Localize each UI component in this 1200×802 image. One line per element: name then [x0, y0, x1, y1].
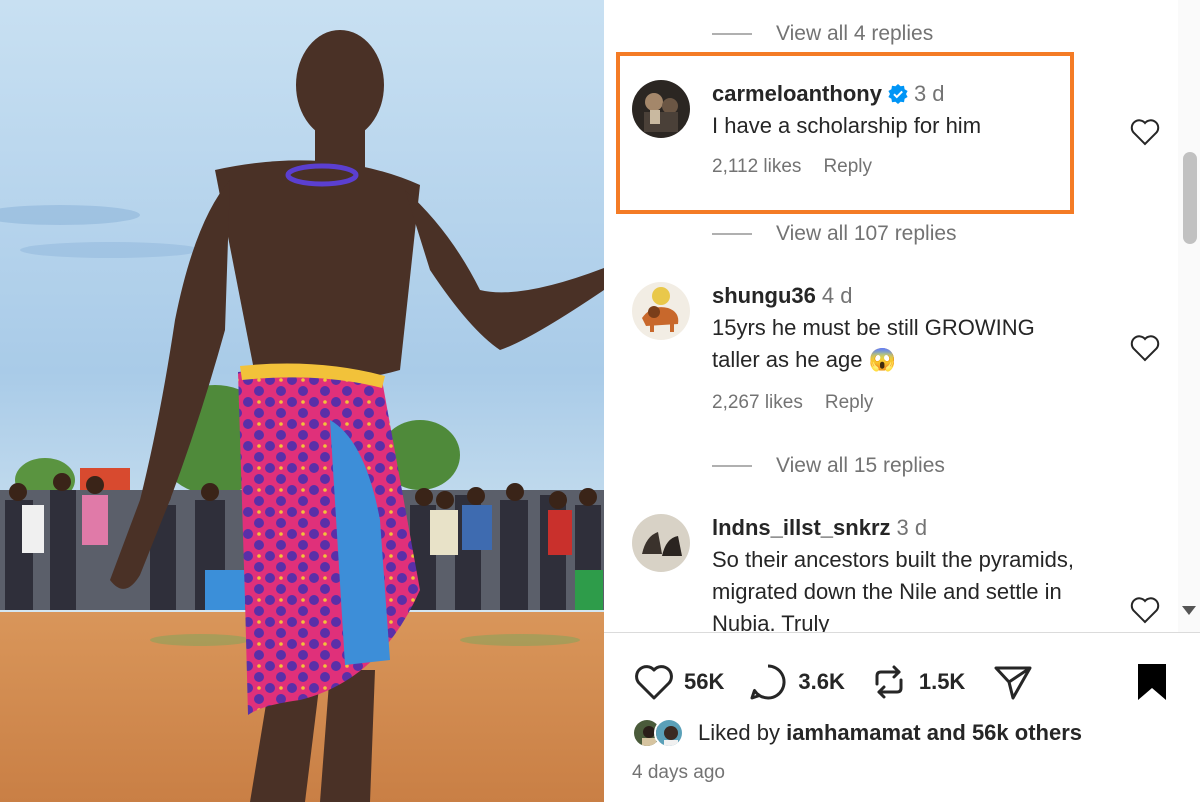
comment-username[interactable]: carmeloanthony — [712, 81, 882, 106]
scroll-thumb[interactable] — [1183, 152, 1197, 244]
heart-icon[interactable] — [632, 660, 676, 704]
avatar-image — [632, 514, 690, 572]
action-bar: 56K 3.6K 1.5K — [632, 658, 1172, 706]
reply-button[interactable]: Reply — [823, 156, 872, 177]
heart-icon[interactable] — [1130, 596, 1160, 624]
comment-icon[interactable] — [746, 660, 790, 704]
comment-item: shungu36 4 d 15yrs he must be still GROWI… — [632, 282, 1160, 422]
comment-item: lndns_illst_snkrz 3 d So their ancestors … — [632, 514, 1160, 632]
comment-username[interactable]: shungu36 — [712, 283, 816, 308]
avatar[interactable] — [632, 514, 690, 572]
share-icon[interactable] — [991, 660, 1035, 704]
comment-count[interactable]: 3.6K — [798, 669, 844, 695]
comment-time: 3 d — [896, 515, 928, 540]
replies-dash — [712, 233, 752, 235]
comment-action[interactable]: 3.6K — [746, 660, 845, 704]
scroll-down-arrow-icon[interactable] — [1182, 606, 1196, 615]
reply-button[interactable]: Reply — [825, 392, 874, 413]
view-replies-link[interactable]: View all 15 replies — [712, 454, 945, 478]
comment-text: So their ancestors built the pyramids, m… — [712, 547, 1074, 632]
view-replies-label[interactable]: View all 15 replies — [776, 454, 945, 478]
heart-icon[interactable] — [1130, 118, 1160, 146]
comment-text: I have a scholarship for him — [712, 113, 982, 138]
comment-text: 15yrs he must be still GROWING taller as… — [712, 315, 1035, 372]
post-timestamp[interactable]: 4 days ago — [632, 762, 725, 784]
avatar[interactable] — [632, 282, 690, 340]
comment-username[interactable]: lndns_illst_snkrz — [712, 515, 891, 540]
view-replies-link[interactable]: View all 107 replies — [712, 222, 957, 246]
replies-dash — [712, 33, 752, 35]
repost-action[interactable]: 1.5K — [867, 660, 965, 704]
avatar[interactable] — [632, 80, 690, 138]
photo-scene — [0, 0, 604, 802]
liked-avatars — [632, 716, 690, 750]
repost-icon[interactable] — [867, 660, 911, 704]
view-replies-link[interactable]: View all 4 replies — [712, 22, 933, 46]
post-side-panel: View all 4 replies carmeloanthony 3 d I h… — [604, 0, 1200, 802]
comments-scrollbar[interactable] — [1178, 0, 1200, 632]
share-action[interactable] — [991, 660, 1035, 704]
bookmark-icon[interactable] — [1132, 662, 1172, 702]
liked-by: Liked by iamhamamat and 56k others — [632, 716, 1082, 750]
liked-by-user[interactable]: iamhamamat — [786, 720, 921, 746]
comments-list[interactable]: View all 4 replies carmeloanthony 3 d I h… — [604, 0, 1200, 632]
heart-icon[interactable] — [1130, 334, 1160, 362]
like-count[interactable]: 56K — [684, 669, 724, 695]
repost-count[interactable]: 1.5K — [919, 669, 965, 695]
liked-by-suffix[interactable]: and 56k others — [927, 720, 1082, 746]
avatar — [654, 718, 684, 748]
comment-time: 3 d — [913, 81, 945, 106]
view-replies-label[interactable]: View all 4 replies — [776, 22, 933, 46]
avatar-image — [632, 80, 690, 138]
view-replies-label[interactable]: View all 107 replies — [776, 222, 957, 246]
comment-likes[interactable]: 2,267 likes — [712, 392, 803, 413]
divider — [604, 632, 1200, 633]
replies-dash — [712, 465, 752, 467]
comment-item: carmeloanthony 3 d I have a scholarship f… — [632, 80, 1160, 200]
comment-likes[interactable]: 2,112 likes — [712, 156, 801, 177]
liked-by-prefix: Liked by — [698, 720, 780, 745]
comment-time: 4 d — [821, 283, 853, 308]
like-action[interactable]: 56K — [632, 660, 724, 704]
avatar-image — [632, 282, 690, 340]
post-photo — [0, 0, 604, 802]
avatar-image — [656, 720, 682, 746]
verified-badge-icon — [888, 84, 908, 104]
